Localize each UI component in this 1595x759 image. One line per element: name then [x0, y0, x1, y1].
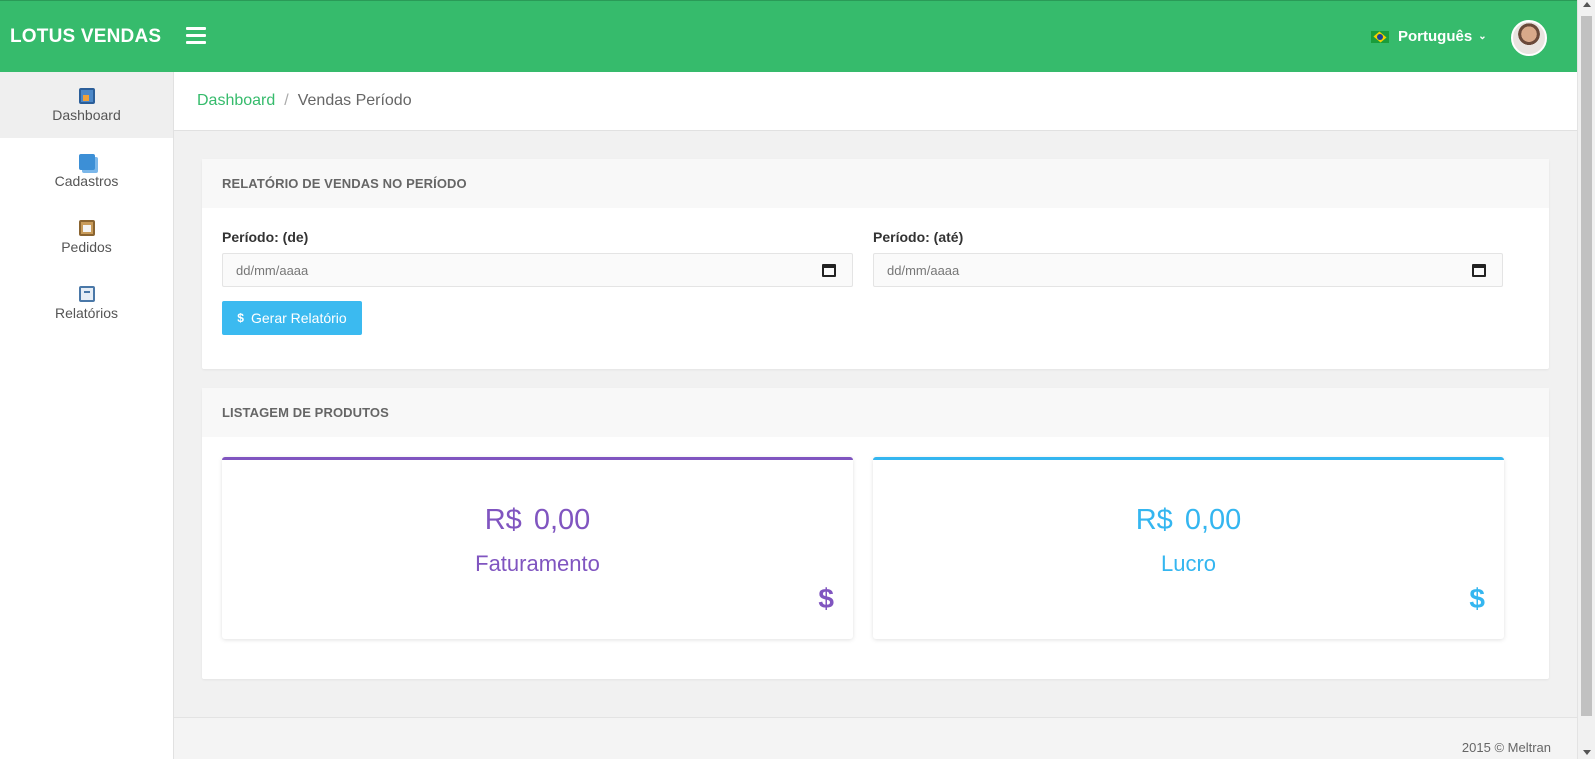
revenue-label: Faturamento [475, 551, 600, 576]
products-panel: LISTAGEM DE PRODUTOS R$ 0,00 Faturamento … [202, 388, 1549, 679]
generate-report-label: Gerar Relatório [250, 310, 347, 326]
calendar-icon[interactable] [1472, 264, 1486, 277]
profit-label: Lucro [1160, 551, 1217, 576]
dollar-icon: $ [818, 583, 834, 614]
menu-icon[interactable] [186, 27, 206, 45]
clipboard-icon [78, 219, 95, 236]
scroll-down-arrow[interactable] [1583, 750, 1591, 755]
period-to-input[interactable]: dd/mm/aaaa [873, 253, 1503, 287]
dollar-icon: $ [1469, 583, 1485, 614]
dollar-icon: $ [237, 311, 244, 325]
footer: 2015 © Meltran [174, 717, 1577, 759]
breadcrumb: Dashboard / Vendas Período [174, 72, 1577, 131]
sidebar-item-label: Dashboard [52, 106, 121, 123]
brand-logo[interactable]: LOTUS VENDAS [10, 26, 161, 48]
scroll-up-arrow[interactable] [1583, 2, 1591, 7]
sidebar-item-label: Cadastros [54, 172, 119, 189]
scroll-thumb[interactable] [1581, 16, 1592, 716]
footer-copyright: 2015 © Meltran [1461, 740, 1551, 755]
amount: 0,00 [533, 504, 591, 536]
user-avatar[interactable] [1511, 20, 1547, 56]
revenue-value: R$ 0,00 [222, 504, 853, 537]
dashboard-icon [78, 87, 95, 104]
breadcrumb-separator: / [284, 92, 289, 109]
brazil-flag-icon [1371, 30, 1389, 43]
revenue-card: R$ 0,00 Faturamento $ [222, 457, 853, 639]
period-from-placeholder: dd/mm/aaaa [236, 262, 309, 278]
report-panel: RELATÓRIO DE VENDAS NO PERÍODO Período: … [202, 159, 1549, 369]
language-label: Português [1398, 28, 1473, 45]
sidebar-item-pedidos[interactable]: Pedidos [0, 204, 173, 270]
period-to-placeholder: dd/mm/aaaa [887, 262, 960, 278]
sidebar-item-label: Pedidos [61, 238, 112, 255]
sidebar-item-cadastros[interactable]: Cadastros [0, 138, 173, 204]
language-selector[interactable]: Português ⌄ [1371, 28, 1487, 45]
period-to-label: Período: (até) [873, 229, 964, 245]
sidebar: Dashboard Cadastros Pedidos Relatórios [0, 72, 174, 759]
profit-value: R$ 0,00 [873, 504, 1504, 537]
top-navbar: LOTUS VENDAS Português ⌄ [0, 0, 1577, 72]
page-scrollbar[interactable] [1577, 0, 1595, 759]
amount: 0,00 [1184, 504, 1242, 536]
sidebar-item-label: Relatórios [54, 304, 119, 321]
period-from-input[interactable]: dd/mm/aaaa [222, 253, 853, 287]
currency-symbol: R$ [1135, 504, 1173, 536]
report-panel-title: RELATÓRIO DE VENDAS NO PERÍODO [202, 159, 1549, 208]
sidebar-item-relatorios[interactable]: Relatórios [0, 270, 173, 336]
chevron-down-icon: ⌄ [1478, 31, 1487, 42]
report-book-icon [78, 285, 95, 302]
currency-symbol: R$ [484, 504, 522, 536]
period-from-label: Período: (de) [222, 229, 309, 245]
sidebar-item-dashboard[interactable]: Dashboard [0, 72, 173, 138]
profit-card: R$ 0,00 Lucro $ [873, 457, 1504, 639]
registers-icon [78, 153, 95, 170]
calendar-icon[interactable] [822, 264, 836, 277]
products-panel-title: LISTAGEM DE PRODUTOS [202, 388, 1549, 437]
generate-report-button[interactable]: $ Gerar Relatório [222, 301, 362, 335]
breadcrumb-current: Vendas Período [297, 92, 412, 109]
breadcrumb-home-link[interactable]: Dashboard [197, 92, 275, 110]
